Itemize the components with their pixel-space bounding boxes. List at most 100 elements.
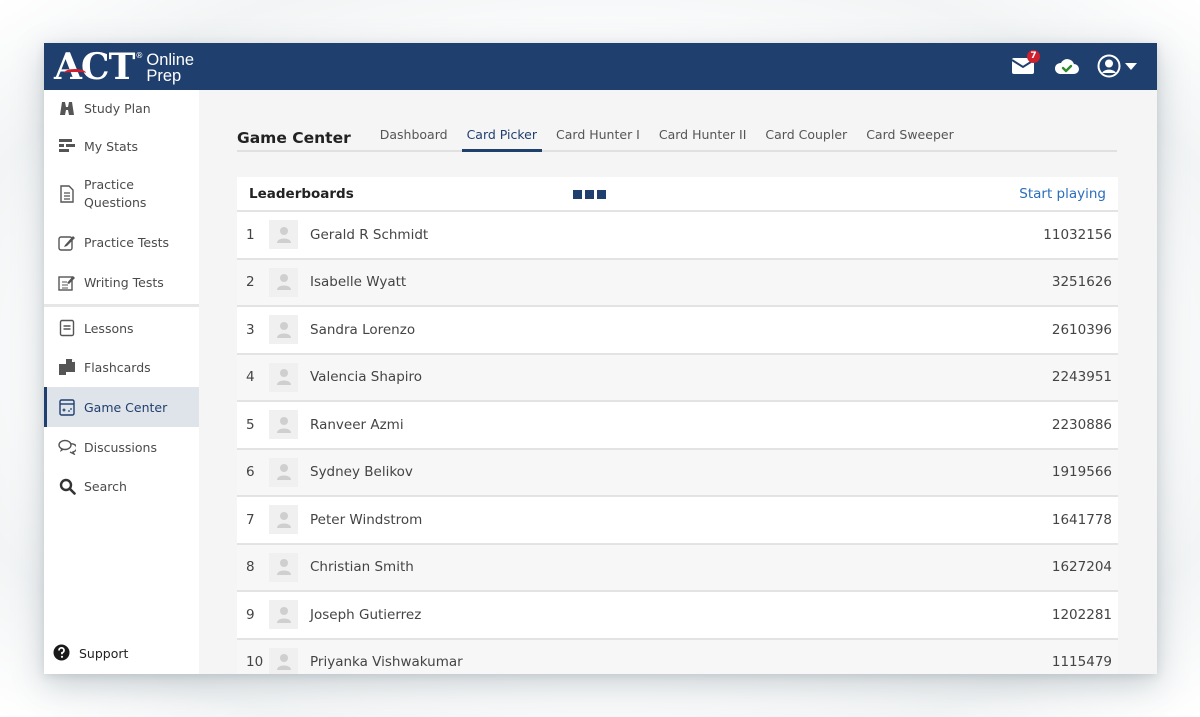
tab-card-sweeper[interactable]: Card Sweeper xyxy=(861,127,959,152)
sidebar-item-label: Flashcards xyxy=(84,359,151,375)
stats-bars-icon xyxy=(58,137,76,155)
player-rank: 1 xyxy=(246,226,255,243)
avatar xyxy=(269,600,298,630)
tab-card-picker[interactable]: Card Picker xyxy=(461,127,543,152)
game-controller-icon xyxy=(58,398,76,416)
sidebar-item-practice-tests[interactable]: Practice Tests xyxy=(44,222,199,262)
app-window: ACT ® Online Prep 7 Study Plan My Stats … xyxy=(44,43,1157,674)
player-name: Valencia Shapiro xyxy=(310,369,423,386)
user-menu-button[interactable] xyxy=(1097,54,1137,78)
leaderboard-title: Leaderboards xyxy=(249,185,354,202)
avatar xyxy=(269,457,298,487)
sidebar-item-practice-questions[interactable]: Practice Questions xyxy=(44,166,199,222)
writing-document-icon xyxy=(58,273,76,291)
player-score: 1202281 xyxy=(1051,606,1112,623)
sidebar-item-flashcards[interactable]: Flashcards xyxy=(44,347,199,387)
carousel-dot[interactable] xyxy=(597,190,606,199)
sidebar-nav: Study Plan My Stats Practice Questions P… xyxy=(44,90,199,674)
sidebar-item-label: My Stats xyxy=(84,138,139,154)
act-logo[interactable]: ACT ® Online Prep xyxy=(54,47,194,87)
sidebar-item-label: Lessons xyxy=(84,320,134,336)
player-rank: 7 xyxy=(246,511,255,528)
player-name: Joseph Gutierrez xyxy=(310,606,422,623)
caret-down-icon xyxy=(1125,62,1137,70)
lesson-book-icon xyxy=(58,319,76,337)
leaderboard-row: 4 Valencia Shapiro 2243951 xyxy=(237,354,1118,402)
user-placeholder-icon xyxy=(276,654,291,671)
carousel-indicator xyxy=(573,190,606,199)
tab-card-hunter-i[interactable]: Card Hunter I xyxy=(551,127,645,152)
sidebar-item-label: Discussions xyxy=(84,439,157,455)
page-title: Game Center xyxy=(237,129,351,147)
logo-swoosh-icon xyxy=(64,69,86,77)
tab-dashboard[interactable]: Dashboard xyxy=(375,127,453,152)
leaderboard-row: 6 Sydney Belikov 1919566 xyxy=(237,449,1118,497)
leaderboard-header: Leaderboards Start playing xyxy=(237,177,1118,212)
player-rank: 9 xyxy=(246,606,255,623)
leaderboard-row: 3 Sandra Lorenzo 2610396 xyxy=(237,307,1118,355)
carousel-dot[interactable] xyxy=(585,190,594,199)
pencil-square-icon xyxy=(58,233,76,251)
player-score: 2610396 xyxy=(1051,321,1112,338)
leaderboard-row: 7 Peter Windstrom 1641778 xyxy=(237,497,1118,545)
leaderboard-row: 1 Gerald R Schmidt 11032156 xyxy=(237,212,1118,260)
player-score: 3251626 xyxy=(1051,274,1112,291)
player-name: Gerald R Schmidt xyxy=(310,226,429,243)
leaderboard-row: 9 Joseph Gutierrez 1202281 xyxy=(237,592,1118,640)
player-name: Sydney Belikov xyxy=(310,464,413,481)
logo-act-text: ACT xyxy=(54,46,135,88)
player-rank: 5 xyxy=(246,416,255,433)
sidebar-item-label: Practice Tests xyxy=(84,234,170,250)
player-name: Ranveer Azmi xyxy=(310,416,404,433)
header-actions: 7 xyxy=(1009,50,1137,80)
flashcards-icon xyxy=(58,358,76,376)
messages-button[interactable]: 7 xyxy=(1009,50,1040,80)
sidebar-item-label: Study Plan xyxy=(84,100,151,116)
user-placeholder-icon xyxy=(276,606,291,623)
avatar xyxy=(269,220,298,250)
carousel-dot[interactable] xyxy=(573,190,582,199)
support-link[interactable]: Support xyxy=(53,644,128,662)
sidebar-item-game-center[interactable]: Game Center xyxy=(44,387,199,427)
sidebar-item-search[interactable]: Search xyxy=(44,467,199,505)
logo-line-prep: Prep xyxy=(146,67,182,85)
sidebar-item-discussions[interactable]: Discussions xyxy=(44,427,199,467)
sync-status-button[interactable] xyxy=(1053,52,1081,80)
sidebar-item-label: Writing Tests xyxy=(84,274,164,290)
tab-card-hunter-ii[interactable]: Card Hunter II xyxy=(654,127,752,152)
sidebar-item-lessons[interactable]: Lessons xyxy=(44,309,199,347)
player-name: Sandra Lorenzo xyxy=(310,321,416,338)
user-placeholder-icon xyxy=(276,464,291,481)
sidebar-item-study-plan[interactable]: Study Plan xyxy=(44,90,199,126)
player-rank: 4 xyxy=(246,369,255,386)
player-name: Priyanka Vishwakumar xyxy=(310,654,463,671)
user-placeholder-icon xyxy=(276,321,291,338)
player-name: Christian Smith xyxy=(310,559,414,576)
player-rank: 6 xyxy=(246,464,255,481)
player-name: Peter Windstrom xyxy=(310,511,423,528)
player-rank: 3 xyxy=(246,321,255,338)
sidebar-divider xyxy=(44,304,199,307)
avatar xyxy=(269,362,298,392)
avatar xyxy=(269,647,298,674)
sidebar-item-label: Practice Questions xyxy=(84,177,147,210)
leaderboard-panel: Leaderboards Start playing 1 Gerald R Sc… xyxy=(237,177,1118,674)
user-account-icon xyxy=(1097,54,1121,78)
cloud-check-icon xyxy=(1054,59,1079,74)
sidebar-item-label: Search xyxy=(84,478,127,494)
sidebar-item-my-stats[interactable]: My Stats xyxy=(44,126,199,166)
help-circle-icon xyxy=(53,644,71,662)
player-rank: 8 xyxy=(246,559,255,576)
leaderboard-row: 2 Isabelle Wyatt 3251626 xyxy=(237,259,1118,307)
player-rank: 10 xyxy=(246,654,264,671)
leaderboard-row: 5 Ranveer Azmi 2230886 xyxy=(237,402,1118,450)
logo-registered-mark: ® xyxy=(135,50,144,60)
support-label: Support xyxy=(79,645,129,661)
user-placeholder-icon xyxy=(276,559,291,576)
search-icon xyxy=(58,477,76,495)
start-playing-link[interactable]: Start playing xyxy=(1019,186,1106,202)
tab-card-coupler[interactable]: Card Coupler xyxy=(760,127,852,152)
player-score: 11032156 xyxy=(1043,226,1112,243)
sidebar-item-writing-tests[interactable]: Writing Tests xyxy=(44,262,199,302)
main-content: Game Center Dashboard Card Picker Card H… xyxy=(199,90,1157,674)
